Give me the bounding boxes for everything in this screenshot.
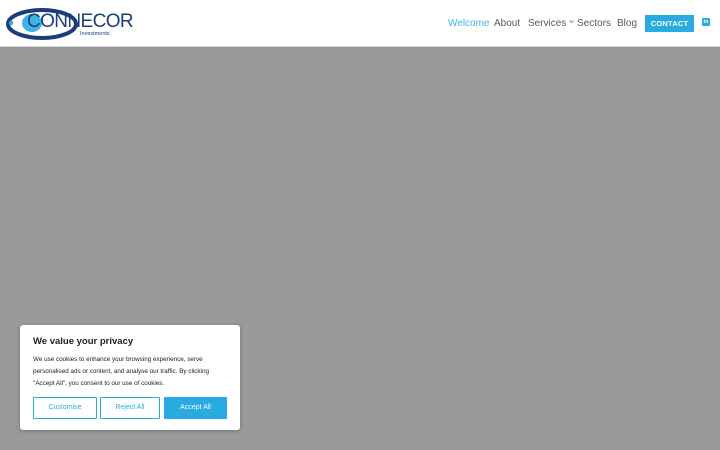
nav-sectors[interactable]: Sectors [577,17,611,30]
nav-blog[interactable]: Blog [617,17,637,30]
cookie-description: We use cookies to enhance your browsing … [33,356,209,387]
cookie-consent-banner: We value your privacy We use cookies to … [20,325,240,430]
chevron-down-icon [569,20,575,23]
linkedin-icon[interactable]: in [702,18,710,26]
contact-button[interactable]: CONTACT [645,15,694,32]
cookie-title: We value your privacy [33,336,134,347]
site-header: CONNECOR Investments Welcome About Servi… [0,0,720,47]
main-nav: Welcome About Services Sectors Blog [0,0,720,47]
nav-services-label: Services [528,18,567,29]
nav-welcome[interactable]: Welcome [448,17,490,30]
accept-all-button[interactable]: Accept All [164,397,227,419]
nav-about[interactable]: About [494,17,520,30]
customise-button[interactable]: Customise [33,397,97,419]
reject-all-button[interactable]: Reject All [100,397,160,419]
nav-services[interactable]: Services [528,17,575,30]
